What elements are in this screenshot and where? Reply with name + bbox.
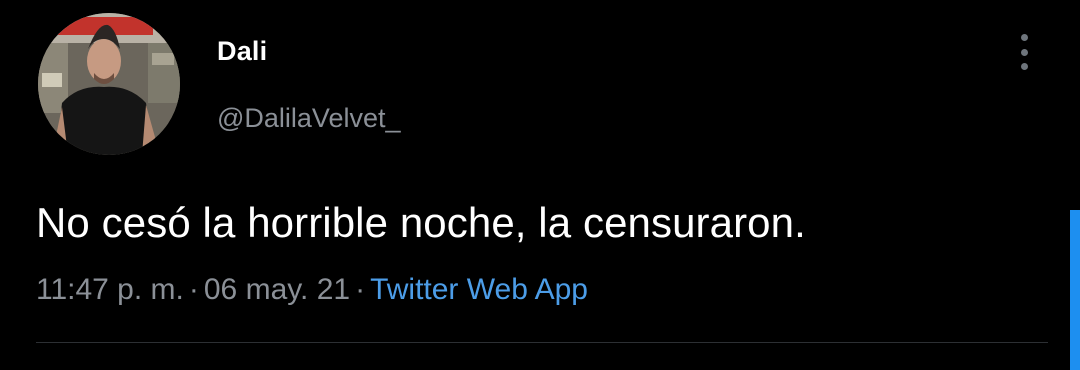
tweet-card: Dali @DalilaVelvet_ No cesó la horrible … (0, 0, 1080, 370)
tweet-metadata: 11:47 p. m. · 06 may. 21 · Twitter Web App (36, 273, 588, 307)
divider (36, 342, 1048, 343)
avatar[interactable] (38, 13, 180, 155)
metadata-separator: · (355, 273, 366, 306)
vertical-ellipsis-icon (1020, 34, 1028, 41)
vertical-ellipsis-icon (1020, 63, 1028, 70)
scrollbar[interactable] (1070, 210, 1080, 370)
avatar-photo (38, 13, 180, 155)
display-name[interactable]: Dali (217, 36, 267, 67)
tweet-time[interactable]: 11:47 p. m. (36, 273, 184, 306)
tweet-text: No cesó la horrible noche, la censuraron… (36, 199, 806, 246)
tweet-date[interactable]: 06 may. 21 (204, 273, 350, 306)
vertical-ellipsis-icon (1020, 48, 1028, 56)
tweet-source-link[interactable]: Twitter Web App (370, 273, 588, 306)
metadata-separator: · (188, 273, 199, 306)
more-options-button[interactable] (1010, 32, 1038, 72)
user-handle[interactable]: @DalilaVelvet_ (217, 103, 401, 134)
